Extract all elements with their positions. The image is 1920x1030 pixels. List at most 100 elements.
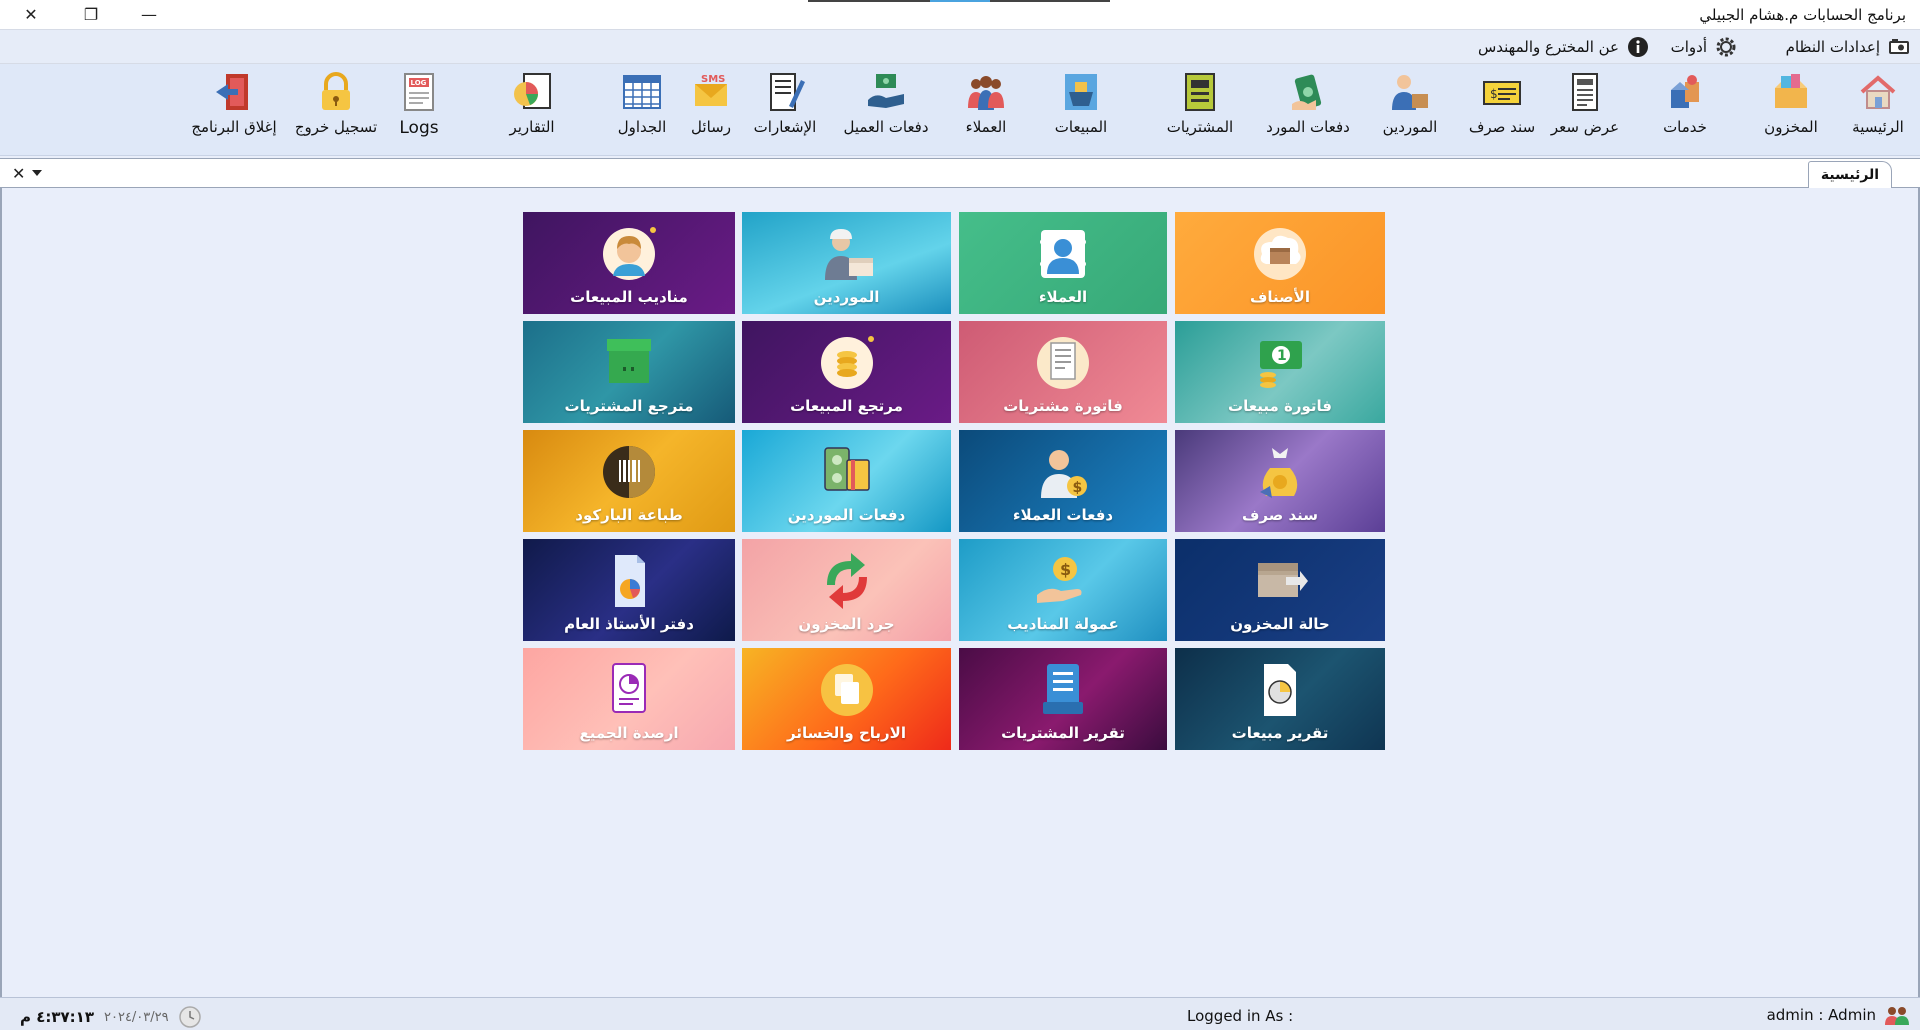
toolbar-cash-voucher-label: سند صرف	[1468, 118, 1536, 136]
profit-loss-icon	[820, 664, 873, 716]
purchase-invoice-icon	[1037, 337, 1089, 389]
tile-suppliers[interactable]: الموردين	[742, 212, 951, 314]
tile-general-ledger[interactable]: دفتر الأستاذ العام	[523, 539, 735, 641]
gear-icon	[1715, 36, 1737, 58]
tile-customers[interactable]: العملاء	[959, 212, 1167, 314]
title-bar: ✕ ❐ — برنامج الحسابات م.هشام الجبيلي	[0, 0, 1920, 30]
tile-all-balances[interactable]: ارصدة الجميع	[523, 648, 735, 750]
toolbar-logs-label: Logs	[399, 118, 439, 138]
notifications-icon	[770, 73, 805, 111]
customers-card-icon	[1040, 230, 1086, 278]
clock-icon	[178, 1006, 201, 1028]
toolbar-tables-label: الجداول	[617, 118, 667, 136]
cash-voucher-icon: $	[1483, 81, 1521, 105]
tile-sales-reps[interactable]: مناديب المبيعات	[523, 212, 735, 314]
toolbar-home-label: الرئيسية	[1852, 118, 1904, 136]
tile-suppliers-label: الموردين	[813, 288, 880, 306]
price-quote-icon	[1572, 73, 1598, 111]
tile-items[interactable]: الأصناف	[1175, 212, 1385, 314]
tile-stocktake-label: جرد المخزون	[798, 615, 895, 633]
toolbar-suppliers-button[interactable]: الموردين	[1362, 70, 1458, 136]
tile-supplier-payments-label: دفعات الموردين	[787, 506, 906, 524]
tab-home[interactable]: الرئيسية	[1808, 161, 1892, 188]
reports-icon	[514, 73, 551, 109]
supplier-worker-icon	[824, 229, 873, 280]
menu-tools[interactable]: أدوات	[1671, 35, 1737, 59]
purchases-report-icon	[1043, 664, 1083, 714]
svg-text:1: 1	[1277, 348, 1287, 364]
supplier-payments-icon	[823, 447, 870, 491]
toolbar-sales-button[interactable]: المبيعات	[1033, 70, 1129, 136]
supplier-person-icon	[1392, 75, 1428, 110]
tile-items-label: الأصناف	[1250, 288, 1310, 306]
tile-purchase-invoice[interactable]: فاتورة مشتريات	[959, 321, 1167, 423]
sales-rep-icon	[603, 227, 656, 280]
balances-icon	[612, 663, 646, 713]
tile-general-ledger-label: دفتر الأستاذ العام	[564, 615, 694, 633]
tile-purchase-return[interactable]: مترجع المشتريات	[523, 321, 735, 423]
toolbar-customers-button[interactable]: العملاء	[938, 70, 1034, 136]
toolbar-price-quote-label: عرض سعر	[1550, 118, 1620, 136]
customer-payment-icon	[868, 74, 904, 108]
tile-stock-status[interactable]: حالة المخزون	[1175, 539, 1385, 641]
menu-system-settings-label: إعدادات النظام	[1785, 38, 1880, 56]
tile-customer-payments[interactable]: $ دفعات العملاء	[959, 430, 1167, 532]
inventory-box-icon	[1775, 74, 1807, 108]
tile-profit-loss[interactable]: الارباح والخسائر	[742, 648, 951, 750]
tile-customer-payments-label: دفعات العملاء	[1012, 506, 1114, 524]
tile-sales-invoice[interactable]: 1 فاتورة مبيعات	[1175, 321, 1385, 423]
status-bar: admin : Admin Logged in As : ٢٠٢٤/٠٣/٢٩ …	[0, 997, 1920, 1030]
tab-dropdown-icon[interactable]	[32, 170, 42, 176]
toolbar-inventory-button[interactable]: المخزون	[1743, 70, 1839, 136]
window-close-button[interactable]: ✕	[4, 0, 58, 28]
toolbar-tables-button[interactable]: الجداول	[594, 70, 690, 136]
toolbar-supplier-payments-button[interactable]: دفعات المورد	[1260, 70, 1356, 136]
status-logged-in-as: Logged in As :	[1187, 1007, 1294, 1025]
main-toolbar: الرئيسية المخزون خدمات عرض سعر $ سند صرف…	[0, 64, 1920, 156]
toolbar-price-quote-button[interactable]: عرض سعر	[1537, 70, 1633, 136]
tile-sales-report[interactable]: تقرير مبيعات	[1175, 648, 1385, 750]
toolbar-home-button[interactable]: الرئيسية	[1830, 70, 1920, 136]
logs-icon: LOG	[404, 73, 434, 111]
tile-stocktake[interactable]: جرد المخزون	[742, 539, 951, 641]
window-restore-button[interactable]: ❐	[64, 0, 118, 28]
toolbar-exit-button[interactable]: إغلاق البرنامج	[186, 70, 282, 136]
tile-purchases-report[interactable]: تقرير المشتريات	[959, 648, 1167, 750]
tile-sales-return-label: مرتجع المبيعات	[790, 397, 903, 415]
tile-supplier-payments[interactable]: دفعات الموردين	[742, 430, 951, 532]
tables-icon	[623, 75, 661, 109]
toolbar-services-button[interactable]: خدمات	[1637, 70, 1733, 136]
svg-text:$: $	[1060, 560, 1071, 579]
tile-print-barcode[interactable]: طباعة الباركود	[523, 430, 735, 532]
menu-about-label: عن المخترع والمهندس	[1477, 38, 1619, 56]
toolbar-sales-label: المبيعات	[1054, 118, 1108, 136]
toolbar-reports-button[interactable]: التقارير	[484, 70, 580, 136]
toolbar-customer-payments-label: دفعات العميل	[843, 118, 929, 136]
purchase-return-icon	[607, 339, 651, 383]
money-bag-icon	[1260, 448, 1298, 498]
toolbar-purchases-button[interactable]: المشتريات	[1152, 70, 1248, 136]
window-minimize-button[interactable]: —	[122, 0, 176, 28]
sales-return-icon	[820, 336, 874, 389]
customers-group-icon	[968, 76, 1004, 110]
tab-close-icon[interactable]: ✕	[12, 164, 25, 183]
toolbar-logout-button[interactable]: تسجيل خروج	[288, 70, 384, 136]
tile-stock-status-label: حالة المخزون	[1230, 615, 1330, 633]
toolbar-logs-button[interactable]: LOG Logs	[371, 70, 467, 138]
tile-purchases-report-label: تقرير المشتريات	[1001, 724, 1125, 742]
menu-bar: إعدادات النظام أدوات عن المخترع والمهندس	[0, 30, 1920, 64]
menu-system-settings[interactable]: إعدادات النظام	[1786, 35, 1910, 59]
tile-cash-voucher[interactable]: سند صرف	[1175, 430, 1385, 532]
svg-text:LOG: LOG	[411, 79, 427, 87]
menu-about[interactable]: عن المخترع والمهندس	[1478, 35, 1649, 59]
tile-profit-loss-label: الارباح والخسائر	[786, 724, 906, 742]
tile-all-balances-label: ارصدة الجميع	[579, 724, 679, 742]
toolbar-inventory-label: المخزون	[1764, 118, 1818, 136]
toolbar-services-label: خدمات	[1663, 118, 1707, 136]
toolbar-cash-voucher-button[interactable]: $ سند صرف	[1454, 70, 1550, 136]
tile-sales-return[interactable]: مرتجع المبيعات	[742, 321, 951, 423]
toolbar-supplier-payments-label: دفعات المورد	[1266, 118, 1350, 136]
toolbar-customer-payments-button[interactable]: دفعات العميل	[838, 70, 934, 136]
tile-reps-commission[interactable]: $ عمولة المناديب	[959, 539, 1167, 641]
ledger-icon	[615, 555, 645, 607]
